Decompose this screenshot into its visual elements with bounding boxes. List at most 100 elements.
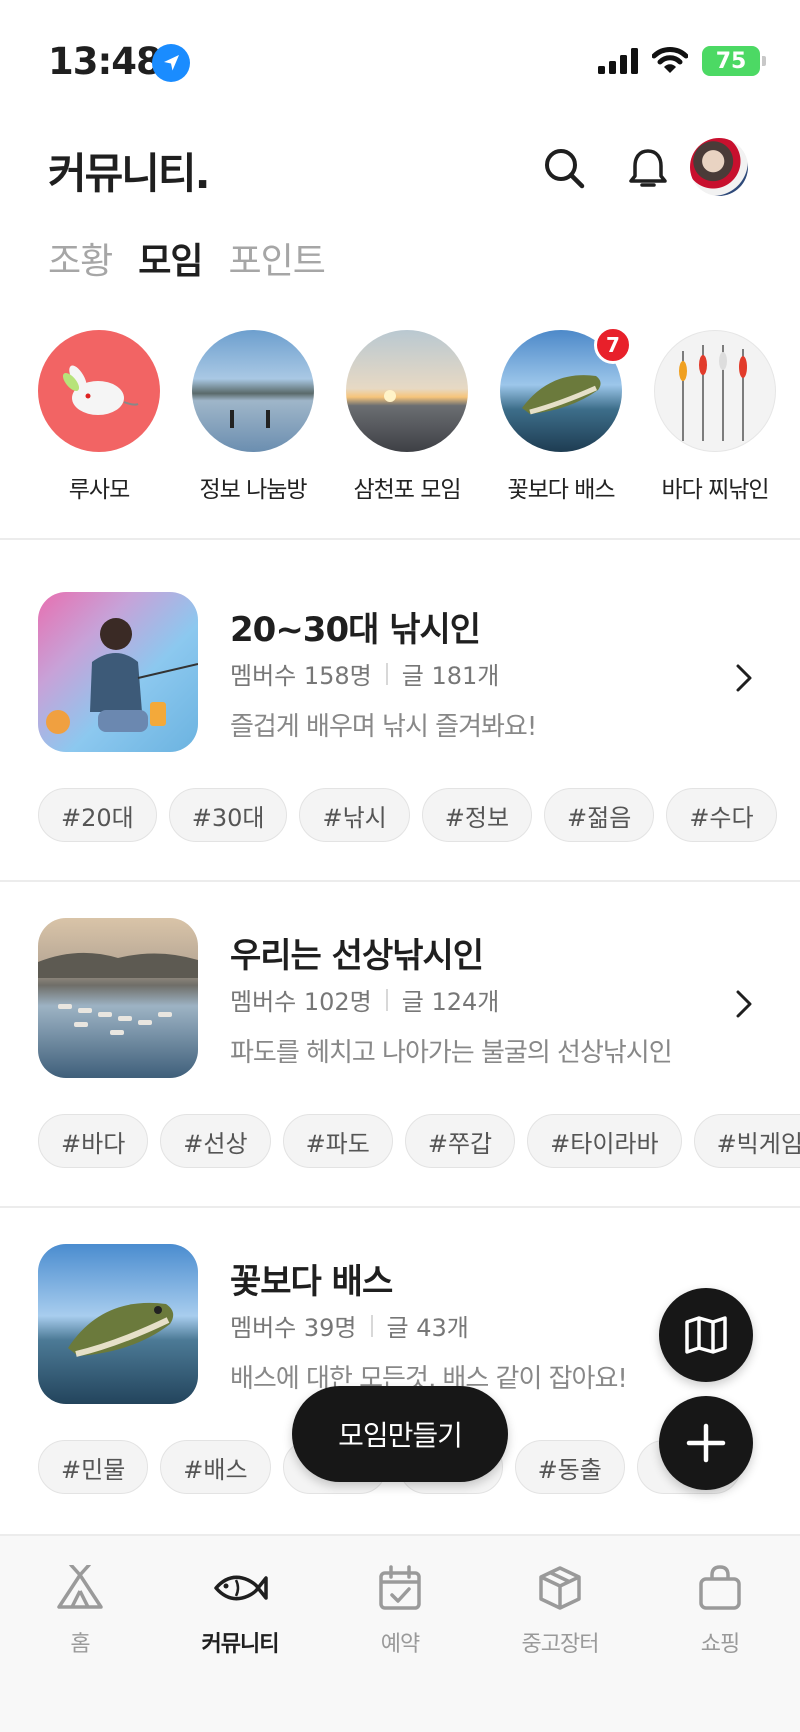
tab-catch-report[interactable]: 조황 bbox=[48, 232, 113, 284]
post-count: 글 43개 bbox=[386, 1314, 469, 1342]
tag-chip[interactable]: #민물 bbox=[38, 1440, 149, 1494]
chevron-right-icon[interactable] bbox=[724, 984, 764, 1024]
meta-separator bbox=[370, 1314, 373, 1337]
nav-item-shopping[interactable]: 쇼핑 bbox=[640, 1536, 800, 1732]
tag-chip[interactable]: #30대 bbox=[168, 788, 288, 842]
member-count: 멤버수 102명 bbox=[230, 988, 372, 1016]
group-description: 파도를 헤치고 나아가는 불굴의 선상낚시인 bbox=[230, 1038, 673, 1068]
story-item[interactable]: 바다 찌낚인 bbox=[638, 330, 792, 510]
post-count: 글 124개 bbox=[401, 988, 500, 1016]
notification-button[interactable] bbox=[618, 138, 678, 198]
story-avatar-float bbox=[654, 330, 776, 452]
group-stories-row: 루사모 정보 나눔방 삼천포 모임 7 꽃보다 배스 바다 찌낚인 bbox=[0, 326, 800, 510]
battery-indicator: 75 bbox=[702, 46, 766, 76]
page-title-dot: . bbox=[194, 149, 211, 198]
tab-points[interactable]: 포인트 bbox=[229, 232, 326, 284]
group-card[interactable]: 우리는 선상낚시인 멤버수 102명 글 124개 파도를 헤치고 나아가는 불… bbox=[0, 918, 800, 1218]
tag-chip[interactable]: #동출 bbox=[514, 1440, 625, 1494]
story-item[interactable]: 7 꽃보다 배스 bbox=[484, 326, 638, 510]
tag-chip[interactable]: #쭈갑 bbox=[404, 1114, 516, 1168]
nav-label: 커뮤니티 bbox=[201, 1632, 280, 1657]
plus-icon bbox=[686, 1423, 726, 1463]
group-description: 즐겁게 배우며 낚시 즐겨봐요! bbox=[230, 712, 537, 742]
nav-label: 예약 bbox=[380, 1632, 420, 1657]
tab-groups[interactable]: 모임 bbox=[138, 232, 203, 284]
map-icon bbox=[685, 1316, 727, 1354]
create-group-button[interactable]: 모임만들기 bbox=[292, 1386, 508, 1482]
chevron-right-icon[interactable] bbox=[724, 658, 764, 698]
fish-icon bbox=[212, 1560, 268, 1616]
member-count: 멤버수 158명 bbox=[230, 662, 372, 690]
status-icons: 75 bbox=[598, 46, 766, 76]
group-name: 우리는 선상낚시인 bbox=[230, 936, 484, 976]
group-name: 꽃보다 배스 bbox=[230, 1262, 393, 1302]
calendar-check-icon bbox=[372, 1560, 428, 1616]
box-icon bbox=[532, 1560, 588, 1616]
nav-item-home[interactable]: 홈 bbox=[0, 1536, 160, 1732]
nav-label: 중고장터 bbox=[521, 1632, 600, 1657]
post-count: 글 181개 bbox=[401, 662, 500, 690]
app-header: 커뮤니티. bbox=[0, 130, 800, 210]
community-tabs: 조황 모임 포인트 bbox=[48, 232, 326, 284]
nav-label: 홈 bbox=[70, 1632, 90, 1657]
story-item[interactable]: 루사모 bbox=[22, 330, 176, 510]
group-card[interactable]: 20~30대 낚시인 멤버수 158명 글 181개 즐겁게 배우며 낚시 즐겨… bbox=[0, 592, 800, 892]
tent-icon bbox=[52, 1560, 108, 1616]
nav-item-marketplace[interactable]: 중고장터 bbox=[480, 1536, 640, 1732]
group-meta: 멤버수 39명 글 43개 bbox=[230, 1308, 469, 1343]
unread-badge: 7 bbox=[594, 326, 632, 364]
search-button[interactable] bbox=[534, 138, 594, 198]
tag-chip[interactable]: #정보 bbox=[421, 788, 533, 842]
tag-chip[interactable]: #젊음 bbox=[544, 788, 655, 842]
nav-label: 쇼핑 bbox=[700, 1632, 740, 1657]
wifi-icon bbox=[652, 47, 688, 73]
story-label: 정보 나눔방 bbox=[199, 477, 307, 503]
tag-chip[interactable]: #파도 bbox=[282, 1114, 393, 1168]
location-arrow-icon bbox=[152, 44, 190, 82]
section-divider bbox=[0, 880, 800, 882]
battery-level: 75 bbox=[715, 48, 747, 74]
story-item[interactable]: 삼천포 모임 bbox=[330, 330, 484, 510]
story-label: 루사모 bbox=[68, 477, 130, 503]
story-avatar-samcheonpo bbox=[346, 330, 468, 452]
group-meta: 멤버수 158명 글 181개 bbox=[230, 656, 499, 691]
tag-chip[interactable]: #수다 bbox=[666, 788, 777, 842]
page-title: 커뮤니티. bbox=[48, 140, 211, 201]
cellular-signal-icon bbox=[598, 48, 638, 74]
group-thumbnail bbox=[38, 592, 198, 752]
shopping-bag-icon bbox=[692, 1560, 748, 1616]
profile-avatar[interactable] bbox=[690, 138, 748, 196]
tag-chip[interactable]: #바다 bbox=[38, 1114, 149, 1168]
story-avatar-rusamo bbox=[38, 330, 160, 452]
tag-chip[interactable]: #선상 bbox=[160, 1114, 271, 1168]
tag-chip[interactable]: #20대 bbox=[38, 788, 157, 842]
tag-list: #바다 #선상 #파도 #쭈갑 #타이라바 #빅게임 bbox=[38, 1114, 800, 1168]
story-avatar-info bbox=[192, 330, 314, 452]
group-thumbnail bbox=[38, 1244, 198, 1404]
bell-icon bbox=[629, 149, 667, 187]
member-count: 멤버수 39명 bbox=[230, 1314, 357, 1342]
map-fab-button[interactable] bbox=[659, 1288, 753, 1382]
meta-separator bbox=[385, 988, 388, 1011]
group-name: 20~30대 낚시인 bbox=[230, 610, 481, 650]
add-fab-button[interactable] bbox=[659, 1396, 753, 1490]
tag-chip[interactable]: #타이라바 bbox=[527, 1114, 682, 1168]
nav-item-reservation[interactable]: 예약 bbox=[320, 1536, 480, 1732]
meta-separator bbox=[385, 662, 388, 685]
story-label: 꽃보다 배스 bbox=[507, 477, 615, 503]
story-label: 삼천포 모임 bbox=[353, 477, 461, 503]
story-item[interactable]: 정보 나눔방 bbox=[176, 330, 330, 510]
group-meta: 멤버수 102명 글 124개 bbox=[230, 982, 499, 1017]
tag-list: #20대 #30대 #낚시 #정보 #젊음 #수다 bbox=[38, 788, 777, 842]
tag-chip[interactable]: #배스 bbox=[160, 1440, 271, 1494]
tag-chip[interactable]: #낚시 bbox=[299, 788, 410, 842]
page-title-text: 커뮤니티 bbox=[48, 149, 197, 198]
section-divider bbox=[0, 538, 800, 540]
status-bar: 13:48 75 bbox=[0, 0, 800, 120]
nav-item-community[interactable]: 커뮤니티 bbox=[160, 1536, 320, 1732]
section-divider bbox=[0, 1206, 800, 1208]
bottom-navigation: 홈 커뮤니티 예약 중고장터 쇼핑 bbox=[0, 1534, 800, 1732]
tag-chip[interactable]: #빅게임 bbox=[693, 1114, 800, 1168]
status-time: 13:48 bbox=[48, 40, 162, 83]
search-icon bbox=[545, 149, 585, 189]
